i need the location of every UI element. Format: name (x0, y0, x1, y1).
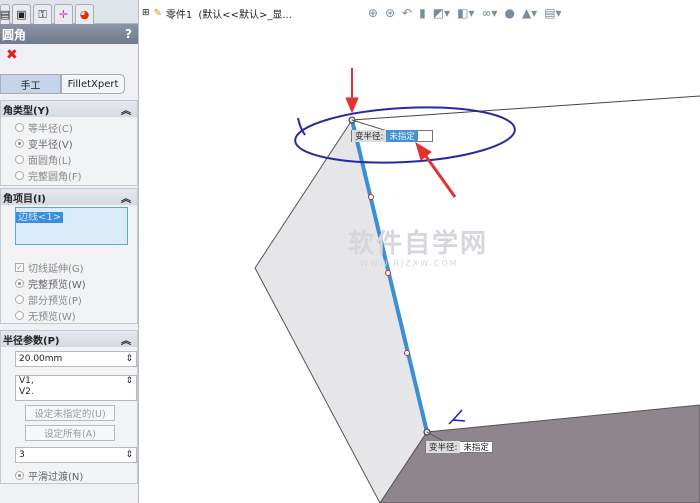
view-settings-icon[interactable]: ▤▾ (544, 6, 561, 20)
radio-variable-radius[interactable]: 变半径(V) (1, 135, 137, 151)
collapse-icon[interactable]: ︽ (121, 102, 131, 117)
tab-display-manager[interactable]: ◕ (75, 4, 94, 24)
radio-no-preview[interactable]: 无预览(W) (1, 307, 137, 323)
fillet-type-section: 角类型(Y) ︽ 等半径(C) 变半径(V) 面圆角(L) 完整圆角(F) (0, 100, 138, 186)
callout-v2[interactable]: 变半径: 未指定 (425, 441, 493, 453)
section-title: 角类型(Y) (3, 105, 50, 117)
collapse-icon[interactable]: ︽ (121, 332, 131, 347)
radius-section: 半径参数(P) ︽ 20.00mm ⇕ V1, V2. ⇕ 设定未指定的(U) 设定所有… (0, 330, 138, 484)
hide-show-icon[interactable]: ∞▾ (481, 6, 497, 20)
graphics-area[interactable]: 软件自学网 WWW.RJZXW.COM (140, 26, 700, 503)
items-section: 角项目(I) ︽ 边线<1> ✓ 切线延伸(G) 完整预览(W) 部分预览(P) 无… (0, 188, 138, 324)
tab-configuration-manager[interactable]: ⚿ (33, 4, 52, 24)
tab-manual[interactable]: 手工 (0, 74, 61, 94)
radio-partial-preview[interactable]: 部分预览(P) (1, 291, 137, 307)
tab-feature-tree[interactable]: ▤ (0, 4, 10, 24)
scene-icon[interactable]: ▲▾ (522, 6, 537, 20)
expand-icon[interactable]: ⊞ (142, 8, 150, 18)
radio-full-preview[interactable]: 完整预览(W) (1, 275, 137, 291)
part-icon: ✎ (153, 7, 162, 19)
instances-input[interactable]: 3 ⇕ (15, 447, 137, 463)
title-text: 圆角 (2, 27, 27, 42)
callout-value[interactable]: 未指定 (386, 130, 418, 142)
checkbox-tangent-propagation[interactable]: ✓ 切线延伸(G) (1, 259, 137, 275)
display-style-icon[interactable]: ◧▾ (457, 6, 474, 20)
view-orientation-icon[interactable]: ◩▾ (433, 6, 450, 20)
previous-view-icon[interactable]: ↶ (402, 6, 412, 20)
view-toolbar: ⊞ ✎ 零件1 (默认<<默认>_显... ⊕ ⊛ ↶ ▮ ◩▾ ◧▾ ∞▾ ●… (142, 0, 700, 26)
property-manager: ▤ ▣ ⚿ ✛ ◕ 圆角? ✖ 手工 FilletXpert 角类型(Y) ︽ 等半… (0, 0, 139, 503)
config-label: (默认<<默认>_显... (198, 9, 292, 21)
callout-value[interactable]: 未指定 (460, 441, 492, 453)
manager-tabs: ▤ ▣ ⚿ ✛ ◕ (0, 0, 138, 24)
zoom-area-icon[interactable]: ⊛ (385, 6, 395, 20)
watermark: 软件自学网 (348, 228, 488, 259)
section-view-icon[interactable]: ▮ (419, 6, 426, 20)
edge-list[interactable]: 边线<1> (15, 207, 128, 245)
panel-title: 圆角? (0, 24, 138, 44)
radio-face-fillet[interactable]: 面圆角(L) (1, 151, 137, 167)
left-face (254, 118, 428, 503)
tab-dimxpert[interactable]: ✛ (54, 4, 73, 24)
spin-icon: ⇕ (125, 450, 133, 460)
collapse-icon[interactable]: ︽ (121, 190, 131, 205)
list-item[interactable]: 边线<1> (16, 212, 64, 223)
tab-filletxpert[interactable]: FilletXpert (61, 74, 125, 94)
vertex-list[interactable]: V1, V2. ⇕ (15, 375, 137, 401)
tree-part-label[interactable]: 零件1 (166, 6, 192, 21)
radio-full-round[interactable]: 完整圆角(F) (1, 167, 137, 183)
scroll-icon: ⇕ (125, 376, 133, 386)
set-all-button[interactable]: 设定所有(A) (25, 425, 115, 441)
help-button[interactable]: ? (125, 27, 132, 41)
radius-input[interactable]: 20.00mm ⇕ (15, 351, 137, 367)
appearance-icon[interactable]: ● (504, 6, 514, 20)
triad-icon (448, 409, 466, 425)
bottom-face (379, 404, 700, 503)
callout-v1[interactable]: 变半径: 未指定 (351, 130, 433, 142)
section-title: 半径参数(P) (3, 335, 60, 347)
zoom-to-fit-icon[interactable]: ⊕ (368, 6, 378, 20)
watermark-url: WWW.RJZXW.COM (360, 259, 459, 268)
radio-smooth-transition[interactable]: 平滑过渡(N) (1, 467, 137, 483)
cancel-button[interactable]: ✖ (6, 47, 18, 63)
radio-constant-radius[interactable]: 等半径(C) (1, 119, 137, 135)
tab-property-manager[interactable]: ▣ (12, 4, 31, 24)
set-unassigned-button[interactable]: 设定未指定的(U) (25, 405, 115, 421)
spin-icon: ⇕ (125, 354, 133, 364)
section-title: 角项目(I) (3, 193, 46, 205)
